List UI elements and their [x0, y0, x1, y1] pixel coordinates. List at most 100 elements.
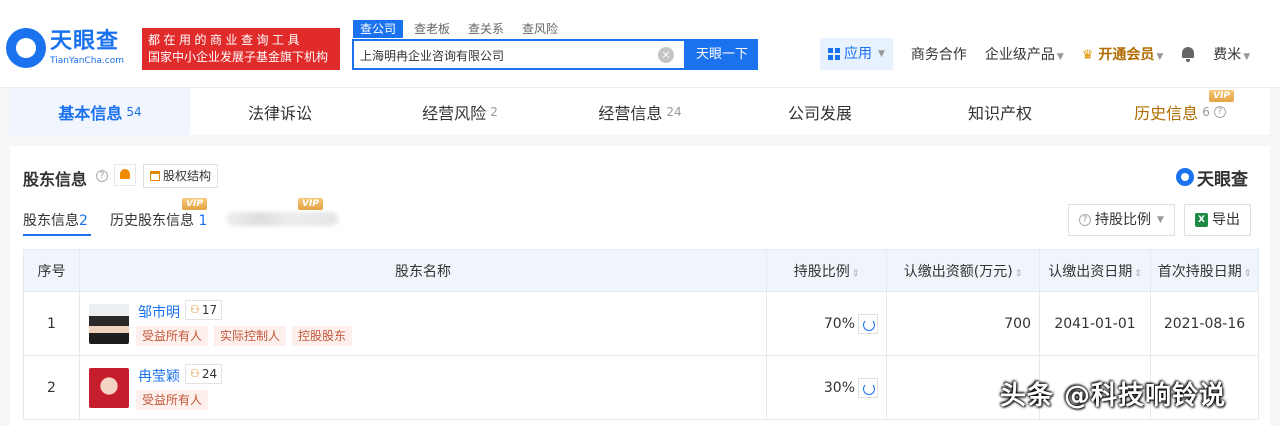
- tab-label: 公司发展: [787, 103, 852, 123]
- search-tab-company[interactable]: 查公司: [353, 20, 404, 38]
- holder-name-link[interactable]: 邹市明: [138, 302, 180, 322]
- pie-chart-icon[interactable]: [858, 313, 878, 334]
- table-row: 1 邹市明 ⚇ 17 受益所有人 实际控制人 控股股东 70% 700 2041…: [23, 291, 1259, 356]
- col-first-date[interactable]: 首次持股日期 ⇕: [1150, 249, 1259, 292]
- equity-structure-button[interactable]: 股权结构: [143, 164, 219, 188]
- col-amount-label: 认缴出资额(万元): [903, 263, 1013, 280]
- col-first-date-label: 首次持股日期: [1157, 263, 1242, 280]
- search-type-tabs: 查公司 查老板 查关系 查风险: [353, 20, 565, 38]
- search-button[interactable]: 天眼一下: [686, 39, 758, 70]
- user-name: 费米: [1213, 47, 1242, 63]
- equity-structure-label: 股权结构: [163, 169, 212, 183]
- avatar[interactable]: [89, 304, 129, 344]
- ratio-filter-button[interactable]: ? 持股比例 ▼: [1068, 204, 1175, 236]
- subtab-shareholders[interactable]: 股东信息2: [23, 210, 88, 230]
- apps-label: 应用: [844, 46, 872, 62]
- chevron-down-icon: ▼: [1156, 52, 1164, 62]
- pie-chart-icon[interactable]: [858, 377, 878, 398]
- tab-label: 经营信息: [598, 103, 663, 123]
- watermark: 头条 @科技响铃说: [1000, 381, 1227, 411]
- nav-user[interactable]: 费米 ▼: [1213, 44, 1250, 64]
- search-tab-boss[interactable]: 查老板: [407, 20, 457, 38]
- tab-count: 6: [1202, 104, 1210, 119]
- col-ratio-label: 持股比例: [793, 263, 850, 280]
- blurred-tab[interactable]: [226, 212, 338, 226]
- tab-label: 历史信息: [1134, 103, 1199, 123]
- tag: 实际控制人: [214, 326, 287, 346]
- tab-count: 54: [126, 104, 142, 119]
- help-icon[interactable]: ?: [96, 170, 108, 182]
- avatar[interactable]: [89, 368, 129, 408]
- excel-icon: X: [1195, 213, 1208, 227]
- top-nav: 应用 ▼ 商务合作 企业级产品 ▼ ♛ 开通会员 ▼ 费米 ▼: [820, 38, 1250, 70]
- logo-text: 天眼查: [50, 29, 120, 54]
- help-icon: ?: [1079, 214, 1091, 226]
- subtab-count: 1: [198, 213, 208, 229]
- site-logo[interactable]: 天眼查 TianYanCha.com: [6, 26, 134, 70]
- tab-history[interactable]: 历史信息 6? VIP: [1090, 88, 1270, 135]
- search-input[interactable]: [360, 45, 650, 65]
- nav-enterprise[interactable]: 企业级产品 ▼: [985, 44, 1064, 64]
- main-tabs: 基本信息 54 法律诉讼 经营风险 2 经营信息 24 公司发展 知识产权 历史信息 6…: [10, 88, 1270, 135]
- sort-icon: ⇕: [851, 268, 860, 279]
- tab-label: 基本信息: [58, 103, 123, 123]
- section-title: 股东信息: [23, 170, 88, 189]
- col-date[interactable]: 认缴出资日期 ⇕: [1039, 249, 1151, 292]
- col-amount[interactable]: 认缴出资额(万元) ⇕: [886, 249, 1040, 292]
- subtab-label: 历史股东信息: [110, 213, 194, 229]
- amount-cell: 700: [886, 291, 1040, 356]
- subtab-history-shareholders[interactable]: 历史股东信息 1: [110, 210, 207, 230]
- col-index: 序号: [23, 249, 80, 292]
- bell-icon[interactable]: [1181, 46, 1195, 62]
- tab-operation[interactable]: 经营信息 24: [550, 88, 730, 135]
- slogan-line-2: 国家中小企业发展子基金旗下机构: [148, 50, 329, 64]
- search-box: ×: [352, 39, 686, 70]
- tab-label: 经营风险: [422, 103, 487, 123]
- tab-count: 24: [666, 104, 682, 119]
- subtab-count: 2: [79, 213, 88, 229]
- first-date-cell: 2021-08-16: [1150, 291, 1259, 356]
- tab-legal[interactable]: 法律诉讼: [190, 88, 370, 135]
- tag: 受益所有人: [136, 326, 209, 346]
- subscribe-button[interactable]: [114, 164, 136, 186]
- sort-icon: ⇕: [1243, 268, 1252, 279]
- nav-vip-label: 开通会员: [1098, 47, 1155, 63]
- row-index: 2: [23, 355, 80, 420]
- relation-count-badge[interactable]: ⚇ 24: [185, 364, 223, 384]
- nav-business[interactable]: 商务合作: [911, 44, 967, 64]
- subtab-underline: [23, 234, 91, 236]
- tab-label: 法律诉讼: [247, 103, 312, 123]
- tab-risk[interactable]: 经营风险 2: [370, 88, 550, 135]
- export-button[interactable]: X 导出: [1184, 204, 1251, 236]
- search-tab-relation[interactable]: 查关系: [461, 20, 511, 38]
- col-ratio[interactable]: 持股比例 ⇕: [766, 249, 887, 292]
- search-tab-risk[interactable]: 查风险: [515, 20, 565, 38]
- brand-logo-text: 天眼查: [1197, 169, 1248, 190]
- holder-cell: 邹市明 ⚇ 17 受益所有人 实际控制人 控股股东: [79, 291, 767, 356]
- ratio-value: 30%: [823, 379, 855, 396]
- relation-icon: ⚇: [190, 367, 200, 380]
- structure-icon: [150, 171, 160, 181]
- vip-badge: VIP: [182, 198, 207, 210]
- tab-ip[interactable]: 知识产权: [910, 88, 1090, 135]
- tab-development[interactable]: 公司发展: [730, 88, 910, 135]
- top-header: 天眼查 TianYanCha.com 都在用的商业查询工具 国家中小企业发展子基…: [0, 0, 1280, 88]
- sort-icon: ⇕: [1134, 268, 1142, 279]
- chevron-down-icon: ▼: [1243, 52, 1251, 62]
- nav-vip[interactable]: ♛ 开通会员 ▼: [1082, 44, 1163, 64]
- help-icon[interactable]: ?: [1213, 105, 1226, 118]
- chevron-down-icon: ▼: [1157, 215, 1164, 225]
- relation-count-badge[interactable]: ⚇ 17: [185, 300, 223, 320]
- tab-basic-info[interactable]: 基本信息 54: [10, 88, 190, 135]
- vip-badge: VIP: [298, 198, 323, 210]
- slogan-banner[interactable]: 都在用的商业查询工具 国家中小企业发展子基金旗下机构: [142, 28, 340, 70]
- relation-count: 17: [201, 303, 218, 317]
- ratio-value: 70%: [823, 315, 855, 332]
- chevron-down-icon: ▼: [878, 49, 885, 59]
- subtab-label: 股东信息: [23, 213, 79, 229]
- ratio-cell: 70%: [766, 291, 887, 356]
- clear-icon[interactable]: ×: [658, 47, 674, 63]
- holder-name-link[interactable]: 冉莹颖: [138, 366, 180, 386]
- tag-list: 受益所有人 实际控制人 控股股东: [136, 326, 353, 346]
- apps-menu-button[interactable]: 应用 ▼: [820, 38, 893, 70]
